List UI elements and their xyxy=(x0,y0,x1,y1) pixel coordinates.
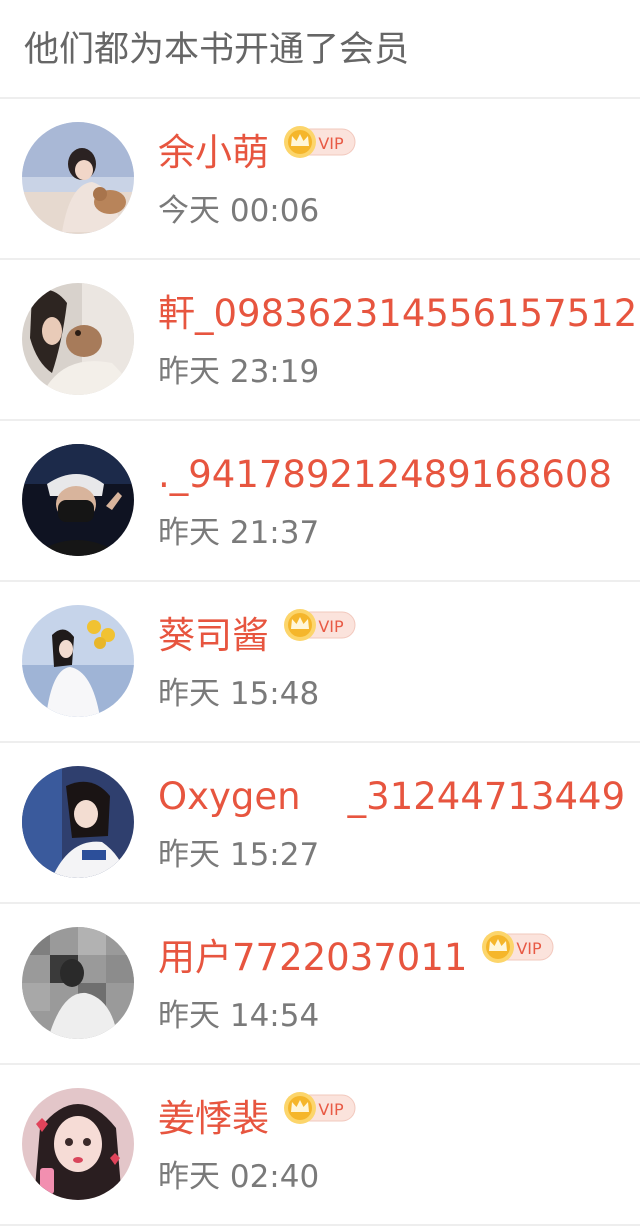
avatar[interactable] xyxy=(22,605,134,717)
avatar[interactable] xyxy=(22,766,134,878)
timestamp: 昨天 14:54 xyxy=(158,998,320,1034)
member-row[interactable]: Oxygen _31244713449 昨天 15:27 xyxy=(0,743,640,904)
name-line: 余小萌 VIP xyxy=(158,126,357,177)
avatar[interactable] xyxy=(22,283,134,395)
member-name[interactable]: 用户7722037011 xyxy=(158,934,467,982)
name-line: 姜悸裴 VIP xyxy=(158,1092,357,1143)
name-line: ._9417892124891686​08 xyxy=(158,451,612,499)
member-row[interactable]: 軒_098362314556157512 昨天 23:19 xyxy=(0,260,640,421)
timestamp: 昨天 15:48 xyxy=(158,676,320,712)
avatar[interactable] xyxy=(22,927,134,1039)
name-line: 用户7722037011 VIP xyxy=(158,931,555,982)
avatar[interactable] xyxy=(22,444,134,556)
member-list-page: 他们都为本书开通了会员 余小萌 VIP 今天 00:06 軒_098362314… xyxy=(0,0,640,1229)
section-title: 他们都为本书开通了会员 xyxy=(0,0,640,99)
name-line: 軒_098362314556157512 xyxy=(158,290,637,338)
girl-with-dog-photo xyxy=(22,283,134,395)
member-row[interactable]: 姜悸裴 VIP 昨天 02:40 xyxy=(0,1065,640,1226)
pixelated-girl-photo xyxy=(22,927,134,1039)
name-line: 葵司酱 VIP xyxy=(158,609,357,660)
timestamp: 今天 00:06 xyxy=(158,193,320,229)
two-girls-photo xyxy=(22,766,134,878)
avatar[interactable] xyxy=(22,122,134,234)
member-list: 余小萌 VIP 今天 00:06 軒_098362314556157512 昨天… xyxy=(0,99,640,1226)
member-name[interactable]: ._9417892124891686​08 xyxy=(158,451,612,499)
member-name[interactable]: 葵司酱 xyxy=(158,612,269,660)
timestamp: 昨天 21:37 xyxy=(158,515,320,551)
boy-in-mask-photo xyxy=(22,444,134,556)
member-row[interactable]: 余小萌 VIP 今天 00:06 xyxy=(0,99,640,260)
member-row[interactable]: ._9417892124891686​08 昨天 21:37 xyxy=(0,421,640,582)
member-row[interactable]: 葵司酱 VIP 昨天 15:48 xyxy=(0,582,640,743)
timestamp: 昨天 23:19 xyxy=(158,354,320,390)
svg-text:VIP: VIP xyxy=(517,939,543,958)
member-name[interactable]: Oxygen _31244713449 xyxy=(158,773,625,821)
name-line: Oxygen _31244713449 xyxy=(158,773,625,821)
member-name[interactable]: 軒_098362314556157512 xyxy=(158,290,637,338)
avatar[interactable] xyxy=(22,1088,134,1200)
vip-badge: VIP xyxy=(283,125,357,159)
timestamp: 昨天 02:40 xyxy=(158,1159,320,1195)
anime-style-girl-photo xyxy=(22,1088,134,1200)
girl-with-sunflowers-photo xyxy=(22,605,134,717)
girl-with-cat-photo xyxy=(22,122,134,234)
svg-text:VIP: VIP xyxy=(318,1100,344,1119)
vip-badge: VIP xyxy=(481,930,555,964)
timestamp: 昨天 15:27 xyxy=(158,837,320,873)
member-name[interactable]: 姜悸裴 xyxy=(158,1095,269,1143)
member-name[interactable]: 余小萌 xyxy=(158,129,269,177)
svg-text:VIP: VIP xyxy=(318,617,344,636)
svg-text:VIP: VIP xyxy=(318,134,344,153)
vip-badge: VIP xyxy=(283,608,357,642)
vip-badge: VIP xyxy=(283,1091,357,1125)
member-row[interactable]: 用户7722037011 VIP 昨天 14:54 xyxy=(0,904,640,1065)
